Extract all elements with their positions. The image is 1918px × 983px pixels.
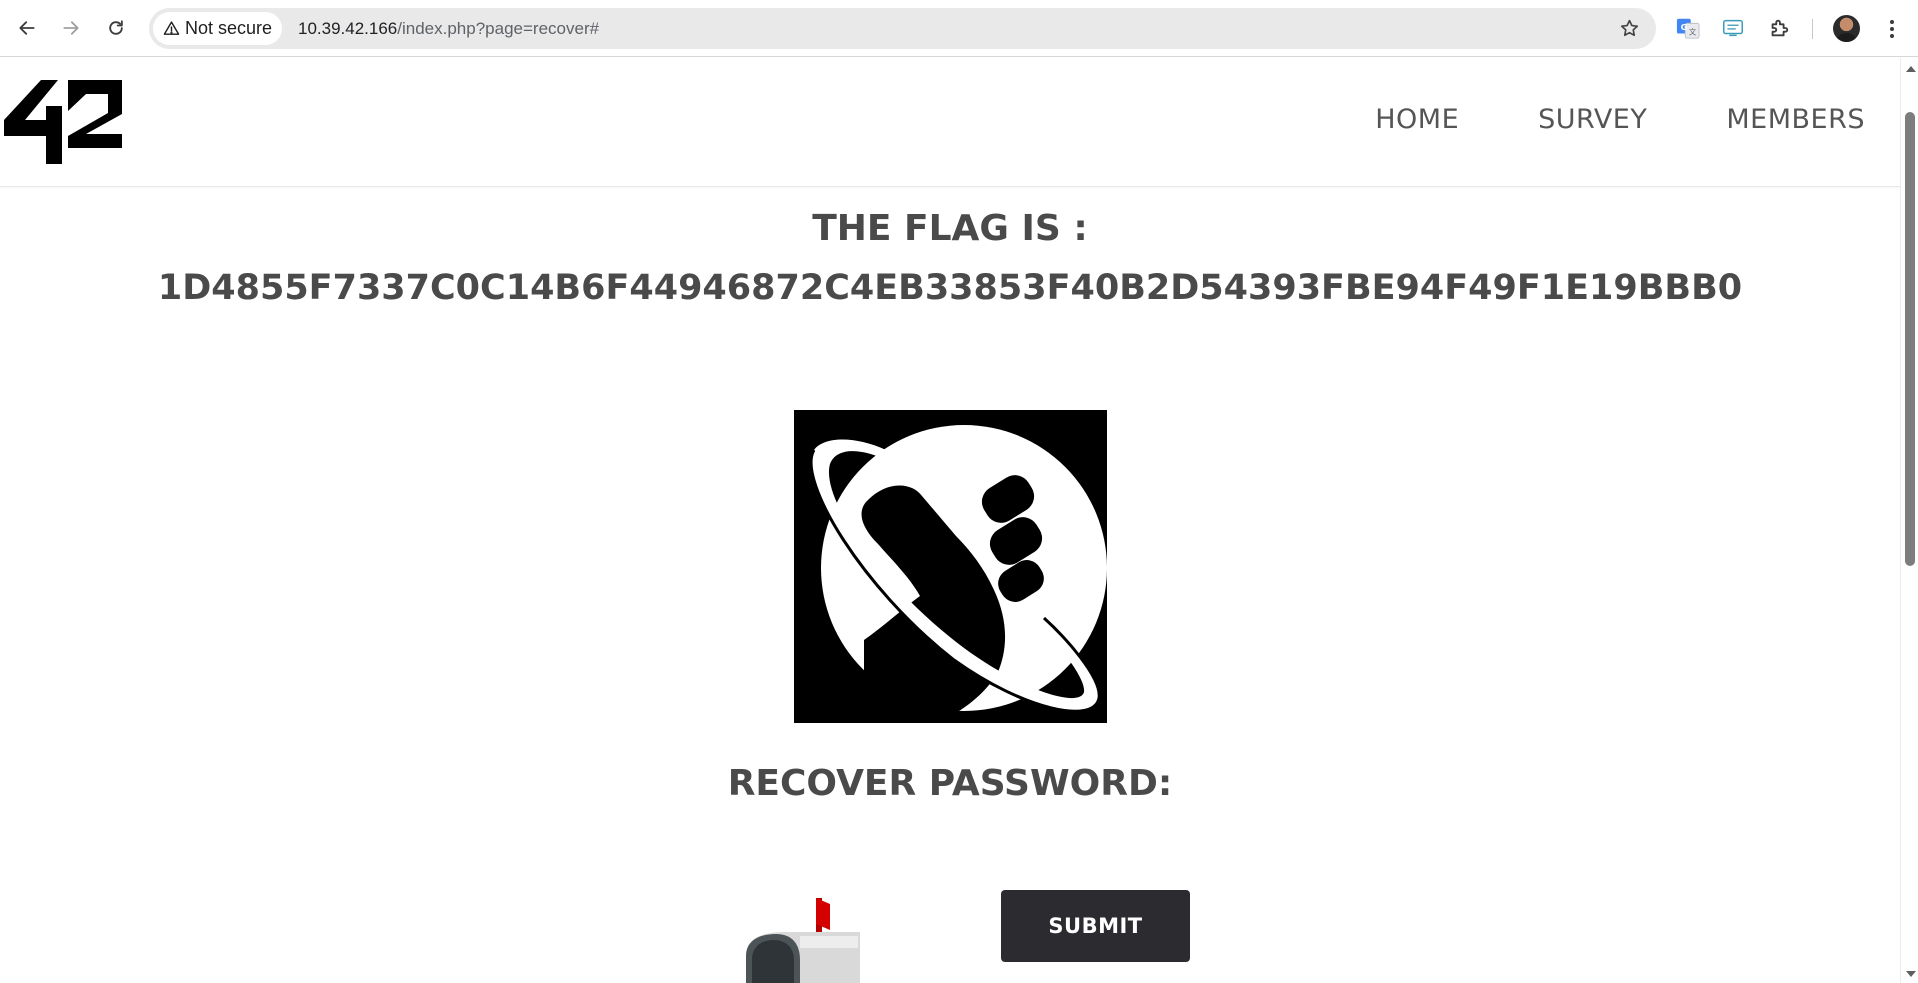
back-arrow-icon xyxy=(19,21,35,35)
scroll-down-arrow-icon[interactable] xyxy=(1906,971,1916,977)
recover-password-title: RECOVER PASSWORD: xyxy=(727,763,1173,804)
mailbox-image xyxy=(746,898,860,983)
scroll-thumb[interactable] xyxy=(1905,112,1915,566)
puzzle-piece-icon[interactable] xyxy=(1766,15,1792,41)
reload-icon xyxy=(109,20,123,35)
address-bar[interactable]: Not secure 10.39.42.166/index.php?page=r… xyxy=(149,8,1656,49)
site-header: HOME SURVEY MEMBERS xyxy=(0,58,1900,187)
svg-text:文: 文 xyxy=(1689,27,1697,36)
svg-text:G: G xyxy=(1681,22,1688,32)
page-viewport: HOME SURVEY MEMBERS THE FLAG IS : 1D4855… xyxy=(0,58,1900,983)
flag-value: 1D4855F7337C0C14B6F44946872C4EB33853F40B… xyxy=(157,268,1743,308)
flag-title: THE FLAG IS : xyxy=(812,208,1088,249)
toolbar-divider xyxy=(1812,19,1813,39)
browser-toolbar: Not secure 10.39.42.166/index.php?page=r… xyxy=(0,0,1918,57)
logo-42[interactable] xyxy=(4,80,122,164)
nav-home[interactable]: HOME xyxy=(1375,104,1459,135)
warning-triangle-icon xyxy=(163,21,180,35)
url-text[interactable]: 10.39.42.166/index.php?page=recover# xyxy=(298,8,599,49)
reload-button[interactable] xyxy=(101,13,131,43)
profile-avatar[interactable] xyxy=(1833,15,1860,42)
forward-button[interactable] xyxy=(56,13,86,43)
nav-survey[interactable]: SURVEY xyxy=(1538,104,1647,135)
page-scrollbar[interactable] xyxy=(1900,58,1918,983)
kebab-menu-icon[interactable] xyxy=(1880,15,1904,42)
back-button[interactable] xyxy=(12,13,42,43)
main-nav: HOME SURVEY MEMBERS xyxy=(1375,104,1865,135)
scroll-up-arrow-icon[interactable] xyxy=(1906,66,1916,72)
forward-arrow-icon xyxy=(63,21,79,35)
security-indicator[interactable]: Not secure xyxy=(153,12,283,45)
submit-button[interactable]: SUBMIT xyxy=(1001,890,1190,962)
url-host: 10.39.42.166 xyxy=(298,19,398,38)
planet-thumbs-up-image xyxy=(794,410,1107,723)
security-label: Not secure xyxy=(185,18,273,38)
url-path: /index.php?page=recover# xyxy=(397,19,600,38)
screen-reader-extension-icon[interactable] xyxy=(1720,15,1746,41)
google-translate-icon[interactable]: G 文 xyxy=(1675,15,1701,41)
star-icon[interactable] xyxy=(1619,18,1640,39)
nav-members[interactable]: MEMBERS xyxy=(1726,104,1865,135)
